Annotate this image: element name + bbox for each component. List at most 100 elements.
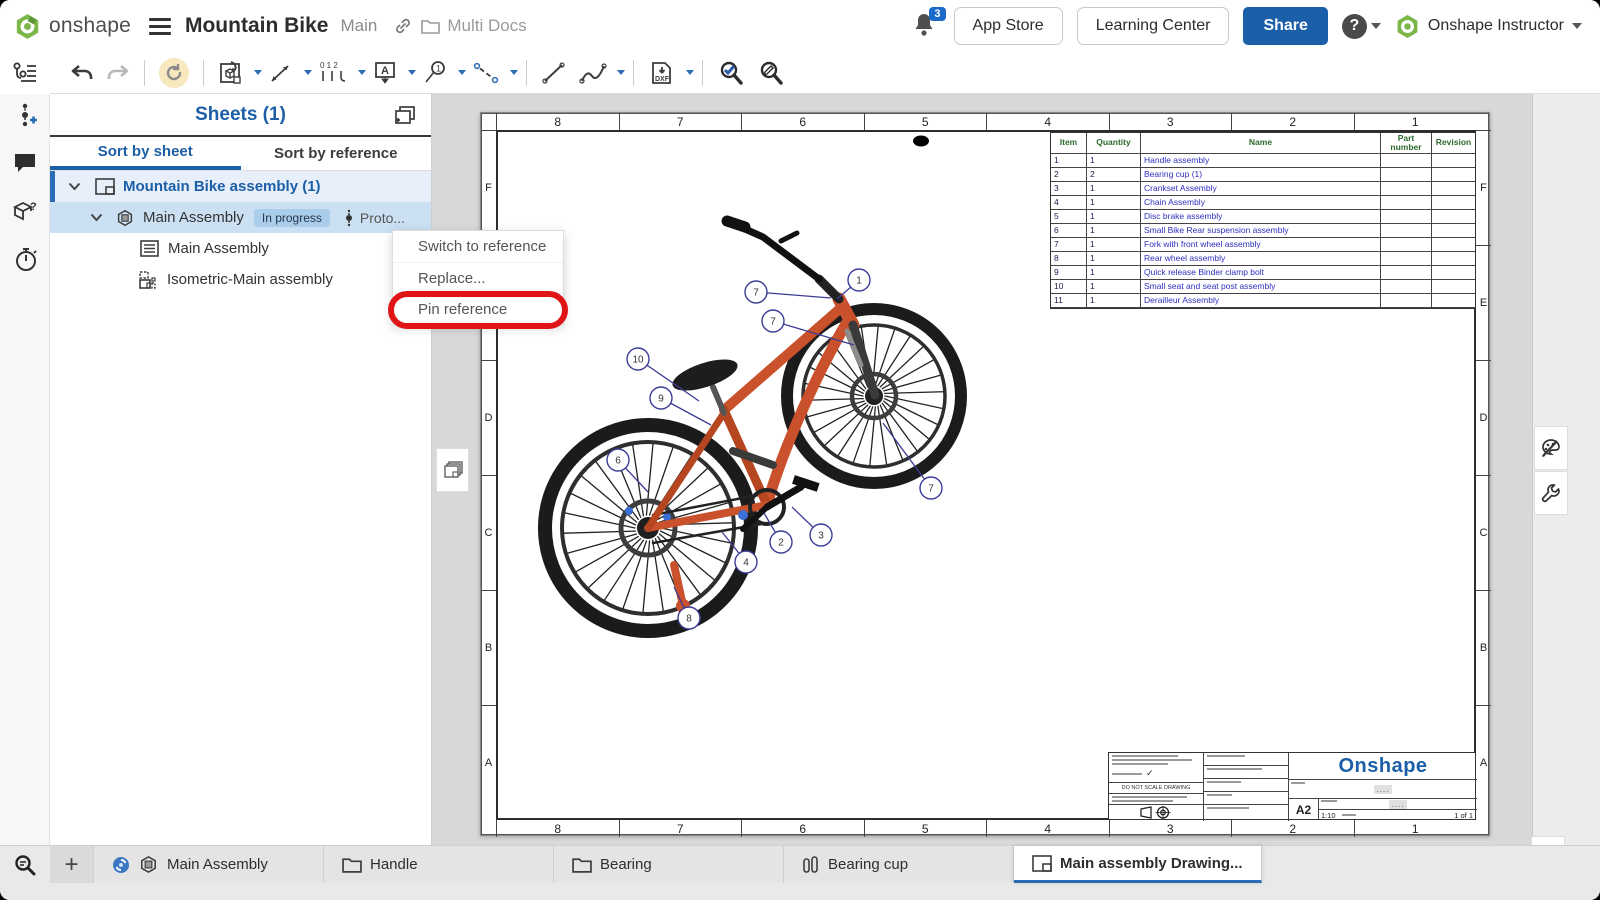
bom-cell: 1 <box>1087 224 1141 238</box>
line-tool-button[interactable] <box>541 61 567 85</box>
tree-row-sheet[interactable]: Mountain Bike assembly (1) <box>50 171 431 202</box>
bom-header-cell: Quantity <box>1087 133 1141 154</box>
sheets-panel-title: Sheets (1) <box>195 104 286 126</box>
sheet-name: Mountain Bike assembly (1) <box>123 178 321 195</box>
tab-handle[interactable]: Handle <box>324 846 554 883</box>
tree-row-reference-selected[interactable]: Main Assembly In progress Proto... <box>50 202 431 233</box>
bom-name-cell: Handle assembly <box>1141 154 1381 168</box>
chevron-down-icon[interactable] <box>90 213 103 222</box>
add-tab-button[interactable]: + <box>50 846 94 883</box>
bom-name-cell: Chain Assembly <box>1141 196 1381 210</box>
insert-view-button[interactable] <box>218 60 244 86</box>
bom-table[interactable]: ItemQuantityNamePart numberRevision11Han… <box>1050 132 1476 309</box>
view-name: Isometric-Main assembly <box>167 271 333 288</box>
tab-bearing-cup[interactable]: Bearing cup <box>784 846 1014 883</box>
bom-cell: 1 <box>1087 210 1141 224</box>
menu-item-replace[interactable]: Replace... <box>393 262 563 293</box>
notifications-button[interactable]: 3 <box>912 11 940 41</box>
appearance-panel-button[interactable] <box>1534 426 1568 470</box>
drawing-sheet[interactable]: 87654321 87654321 FEDCBA FEDCBA <box>480 112 1490 836</box>
parts-help-panel-icon[interactable]: ? <box>11 198 39 224</box>
centerline-dropdown[interactable] <box>510 70 518 75</box>
dimension-button[interactable] <box>268 61 294 85</box>
drawing-toolbar: 0 1 2 A 1 DXF <box>50 52 1600 94</box>
folder-breadcrumb[interactable]: Multi Docs <box>421 16 526 36</box>
document-title: Mountain Bike <box>185 14 329 38</box>
tab-search-button[interactable] <box>0 846 50 883</box>
share-button[interactable]: Share <box>1243 7 1327 45</box>
undo-button[interactable] <box>70 62 94 84</box>
review-drawing-button[interactable] <box>757 59 785 87</box>
note-button[interactable]: A <box>372 60 398 86</box>
tools-panel-button[interactable] <box>1534 471 1568 515</box>
balloon-dropdown[interactable] <box>458 70 466 75</box>
app-store-button[interactable]: App Store <box>954 7 1063 45</box>
workspace-name[interactable]: Main <box>341 16 378 36</box>
add-sheet-icon[interactable] <box>393 104 417 126</box>
ordinate-dropdown[interactable] <box>358 70 366 75</box>
folder-icon <box>572 856 592 873</box>
redo-button[interactable] <box>106 62 130 84</box>
learning-center-button[interactable]: Learning Center <box>1077 7 1230 45</box>
bom-header-cell: Item <box>1051 133 1087 154</box>
tab-main-assembly-drawing[interactable]: Main assembly Drawing... <box>1014 846 1262 883</box>
ordinate-dimension-button[interactable]: 0 1 2 <box>318 60 348 86</box>
drawing-icon <box>1032 855 1052 872</box>
balloon-button[interactable]: 1 <box>422 60 448 86</box>
balloon-number: 8 <box>686 614 692 625</box>
balloon-number: 9 <box>658 394 664 405</box>
balloon-number: 10 <box>632 355 644 366</box>
dimension-dropdown[interactable] <box>304 70 312 75</box>
tree-row-view-isometric[interactable]: Isometric-Main assembly <box>50 264 431 295</box>
insert-view-dropdown[interactable] <box>254 70 262 75</box>
link-icon[interactable] <box>393 16 413 36</box>
tree-row-view-main[interactable]: Main Assembly <box>50 233 431 264</box>
onshape-logo[interactable]: onshape <box>0 13 131 40</box>
export-dxf-button[interactable]: DXF <box>648 59 676 87</box>
part-studio-icon <box>802 855 820 875</box>
comments-panel-icon[interactable] <box>12 150 38 176</box>
do-not-scale-note: DO NOT SCALE DRAWING <box>1109 782 1203 794</box>
tab-sort-by-sheet[interactable]: Sort by sheet <box>50 137 241 170</box>
user-account-menu[interactable]: Onshape Instructor <box>1395 14 1582 39</box>
bom-name-cell: Derailleur Assembly <box>1141 294 1381 308</box>
bom-cell: 9 <box>1051 266 1087 280</box>
toolbar-separator <box>144 60 145 86</box>
hamburger-menu-icon[interactable] <box>149 14 171 39</box>
bom-cell <box>1432 280 1475 294</box>
notification-badge: 3 <box>929 7 945 21</box>
tab-sort-by-reference[interactable]: Sort by reference <box>241 137 432 170</box>
export-dropdown[interactable] <box>686 70 694 75</box>
bom-cell <box>1381 224 1432 238</box>
folder-icon <box>421 18 440 34</box>
bom-cell <box>1381 280 1432 294</box>
history-timer-panel-icon[interactable] <box>12 246 38 272</box>
chevron-down-icon[interactable] <box>68 182 81 191</box>
help-menu[interactable]: ? <box>1342 14 1381 39</box>
spline-tool-button[interactable] <box>579 61 607 85</box>
title-placeholder: .... <box>1374 785 1393 794</box>
drawing-canvas-area[interactable]: 87654321 87654321 FEDCBA FEDCBA <box>432 94 1532 845</box>
search-icon <box>13 853 37 877</box>
spline-dropdown[interactable] <box>617 70 625 75</box>
check-drawing-button[interactable] <box>717 59 745 87</box>
bom-cell: 7 <box>1051 238 1087 252</box>
menu-item-switch-to-reference[interactable]: Switch to reference <box>393 231 563 262</box>
sheets-tree-toggle-button[interactable] <box>0 52 50 94</box>
user-caret-icon <box>1572 23 1582 29</box>
bom-name-cell: Crankset Assembly <box>1141 182 1381 196</box>
sheet-thumbnails-button[interactable] <box>436 448 469 492</box>
update-views-button[interactable] <box>159 58 189 88</box>
menu-item-pin-reference[interactable]: Pin reference <box>393 293 563 324</box>
tab-main-assembly[interactable]: Main Assembly <box>94 846 324 883</box>
bom-cell <box>1432 224 1475 238</box>
toolbar-separator <box>633 60 634 86</box>
versions-panel-icon[interactable] <box>12 102 38 128</box>
balloon-number: 7 <box>770 317 776 328</box>
bom-cell: 8 <box>1051 252 1087 266</box>
tab-bearing[interactable]: Bearing <box>554 846 784 883</box>
note-dropdown[interactable] <box>408 70 416 75</box>
balloon-number: 2 <box>778 538 784 549</box>
status-badge: In progress <box>254 209 330 227</box>
centerline-button[interactable] <box>472 61 500 85</box>
